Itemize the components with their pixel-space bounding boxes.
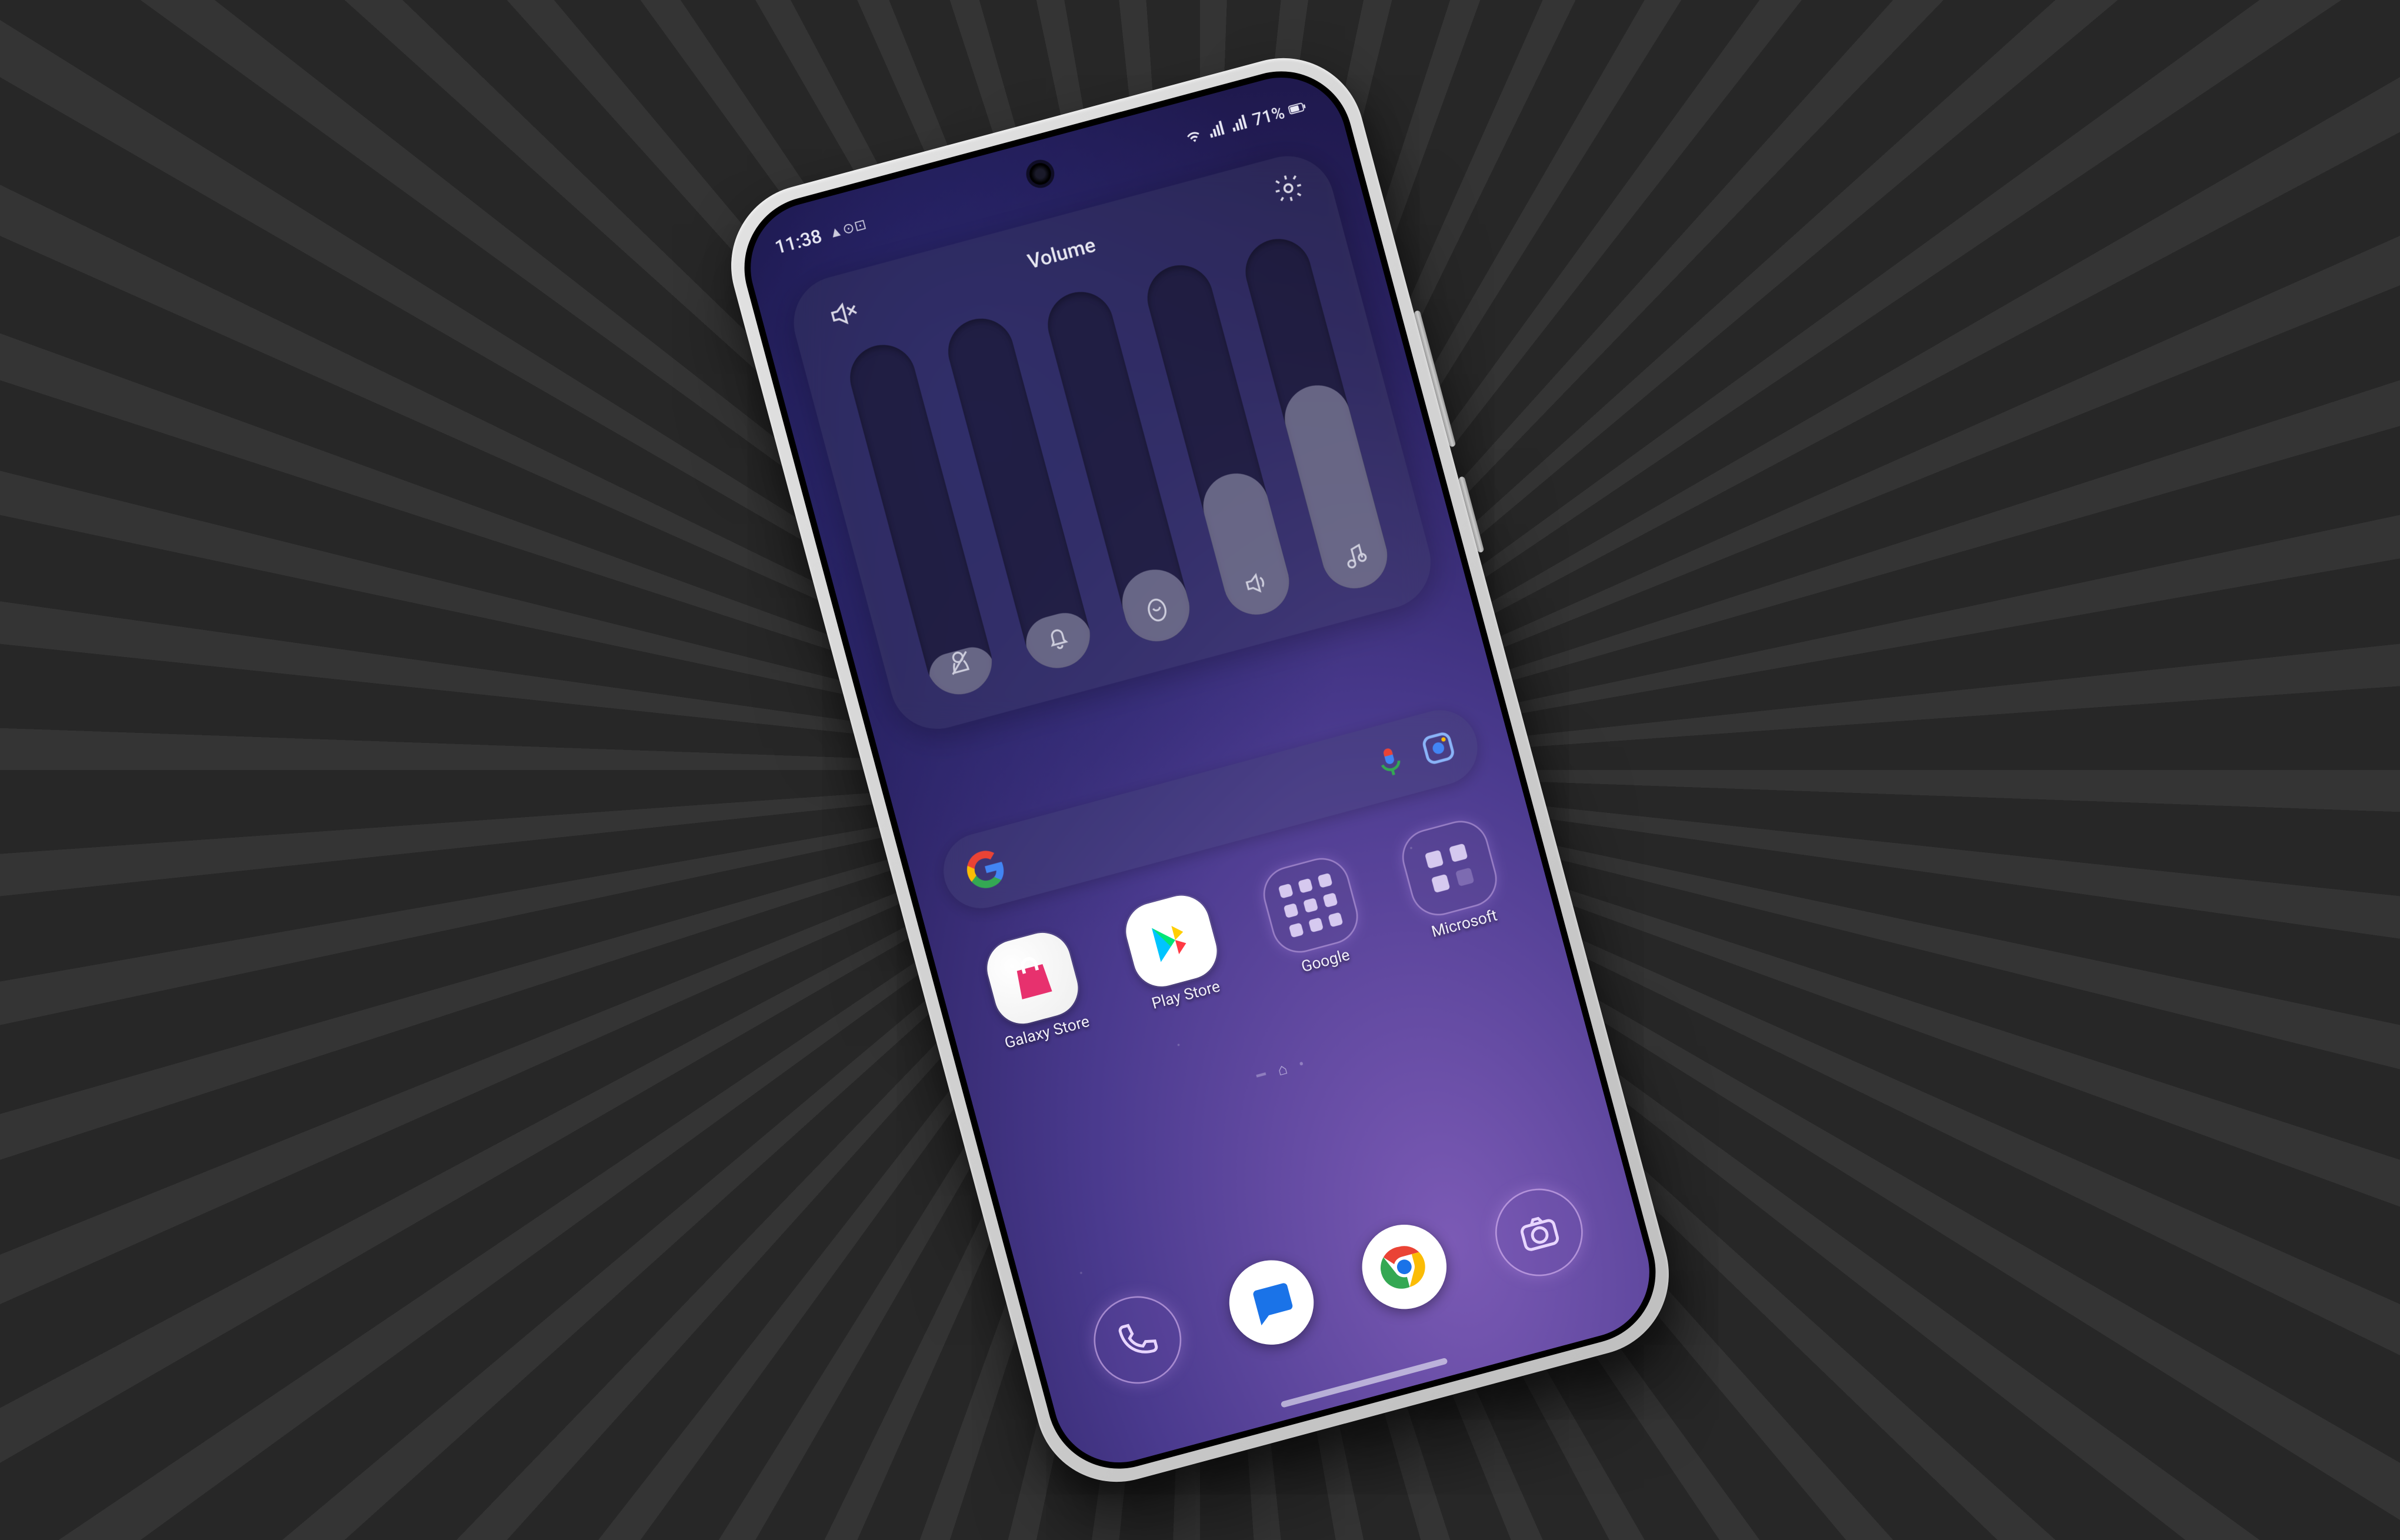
battery-percent: 71% [1251,102,1287,130]
folder-microsoft[interactable]: Microsoft [1381,811,1524,948]
search-input[interactable] [1021,769,1359,860]
volume-settings-button[interactable] [1267,167,1309,209]
folder-preview-icon [1425,844,1475,894]
wifi-icon [1182,124,1205,147]
play-store-icon [1143,912,1201,970]
page-dot: • [1297,1056,1306,1075]
dock [1031,1165,1645,1408]
google-lens-icon[interactable] [1418,727,1460,769]
volume-panel-title: Volume [1025,234,1098,275]
gesture-nav-bar[interactable] [1281,1358,1448,1408]
status-right-cluster: 71% [1182,96,1309,148]
status-clock: 11:38 [772,225,824,259]
messages-icon [1243,1274,1301,1331]
dock-camera[interactable] [1485,1179,1592,1286]
signal-icon [1205,118,1228,141]
dock-phone[interactable] [1084,1286,1191,1394]
speaker-mute-icon [824,295,862,333]
google-mic-icon[interactable] [1369,740,1411,782]
folder-preview-icon [1278,873,1344,938]
page-dot: ━ [1255,1066,1268,1085]
phone-screen[interactable]: 11:38 ▲ ⊙ ⊡ 71% [736,63,1664,1477]
app-play-store[interactable]: Play Store [1103,885,1246,1022]
camera-icon [1512,1206,1566,1259]
shopping-bag-icon [1000,946,1065,1011]
app-label: Google [1300,947,1352,976]
phone-icon [1111,1313,1164,1366]
battery-icon [1286,96,1309,119]
signal-icon-2 [1228,112,1251,135]
phone-frame: 11:38 ▲ ⊙ ⊡ 71% [713,40,1687,1500]
folder-google[interactable]: Google [1242,848,1385,985]
mute-toggle-button[interactable] [822,293,865,335]
dock-messages[interactable] [1220,1251,1324,1354]
status-notification-icons: ▲ ⊙ ⊡ [826,216,866,242]
chrome-icon [1374,1236,1435,1298]
app-galaxy-store[interactable]: Galaxy Store [964,922,1108,1060]
dock-chrome[interactable] [1352,1215,1456,1319]
home-page-dot: ⌂ [1276,1061,1289,1080]
gear-icon [1269,169,1308,207]
google-logo-icon [961,845,1011,895]
